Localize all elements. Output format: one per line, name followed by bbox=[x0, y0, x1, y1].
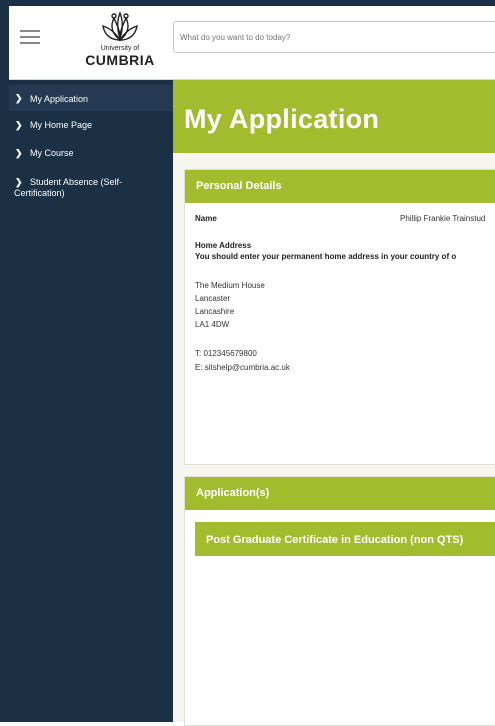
sidebar-item-my-course[interactable]: ❯ My Course bbox=[9, 146, 173, 162]
application-title: Post Graduate Certificate in Education (… bbox=[206, 534, 464, 546]
sidebar-item-label: My Course bbox=[30, 148, 74, 158]
home-address-label: Home Address bbox=[195, 241, 252, 250]
hamburger-menu-icon[interactable] bbox=[20, 30, 40, 44]
address-line: Lancashire bbox=[195, 307, 235, 316]
sidebar-item-my-home-page[interactable]: ❯ My Home Page bbox=[9, 118, 173, 134]
top-header: University of CUMBRIA bbox=[9, 6, 495, 80]
phone-number: T: 012345679800 bbox=[195, 349, 257, 358]
applications-header: Application(s) bbox=[185, 477, 495, 510]
application-item[interactable]: Post Graduate Certificate in Education (… bbox=[195, 522, 495, 556]
sidebar: ❯ My Application ❯ My Home Page ❯ My Cou… bbox=[9, 80, 173, 722]
main-content: My Application Personal Details Name Phi… bbox=[173, 80, 495, 726]
app-window: University of CUMBRIA ❯ My Application ❯… bbox=[0, 0, 495, 726]
sidebar-item-label: My Application bbox=[30, 94, 89, 104]
applications-card: Application(s) Post Graduate Certificate… bbox=[184, 476, 495, 726]
page-title: My Application bbox=[184, 104, 380, 134]
address-line: LA1 4DW bbox=[195, 320, 230, 329]
applications-title: Application(s) bbox=[196, 487, 270, 499]
chevron-right-icon: ❯ bbox=[15, 120, 23, 130]
sidebar-item-label: Student Absence (Self-Certification) bbox=[14, 177, 123, 198]
email-address: E: sitshelp@cumbria.ac.uk bbox=[195, 363, 290, 372]
address-line: The Medium House bbox=[195, 281, 265, 290]
personal-details-header: Personal Details bbox=[185, 170, 495, 203]
home-address-note: You should enter your permanent home add… bbox=[195, 252, 457, 261]
address-line: Lancaster bbox=[195, 294, 231, 303]
chevron-right-icon: ❯ bbox=[15, 93, 23, 103]
window-left-border bbox=[0, 0, 9, 722]
logo-cumbria: CUMBRIA bbox=[85, 52, 155, 68]
chevron-right-icon: ❯ bbox=[15, 148, 23, 158]
personal-details-card: Personal Details Name Phillip Frankie Tr… bbox=[184, 169, 495, 465]
search-input[interactable] bbox=[174, 22, 495, 52]
search-box bbox=[173, 21, 495, 53]
logo-emblem-icon bbox=[102, 11, 138, 42]
university-logo[interactable]: University of CUMBRIA bbox=[79, 10, 161, 74]
sidebar-item-my-application[interactable]: ❯ My Application bbox=[9, 85, 173, 111]
page-banner: My Application bbox=[173, 80, 495, 153]
personal-details-title: Personal Details bbox=[196, 180, 282, 192]
name-label: Name bbox=[195, 214, 217, 223]
sidebar-item-label: My Home Page bbox=[30, 120, 93, 130]
sidebar-item-student-absence[interactable]: ❯ Student Absence (Self-Certification) bbox=[9, 175, 169, 201]
name-value: Phillip Frankie Trainstud bbox=[400, 214, 486, 223]
